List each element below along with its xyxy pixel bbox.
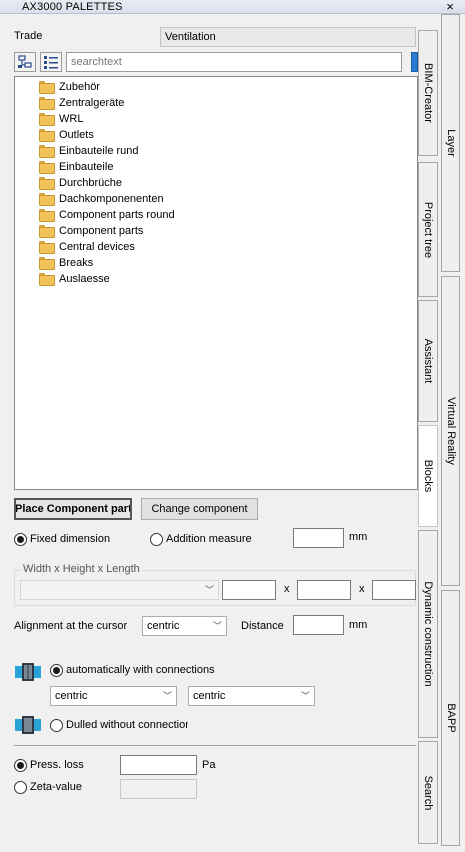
tree-item[interactable]: Zentralgeräte <box>39 95 124 111</box>
alignment-label: Alignment at the cursor <box>14 620 128 632</box>
tab-assistant[interactable]: Assistant <box>418 300 438 422</box>
tree-item[interactable]: Dachkomponenenten <box>39 191 164 207</box>
folder-icon <box>39 273 55 286</box>
tree-item[interactable]: Breaks <box>39 255 93 271</box>
dulled-label-clip: Dulled without connections <box>66 719 188 731</box>
size-select[interactable]: ﹀ <box>20 580 219 600</box>
press-loss-label: Press. loss <box>30 759 84 771</box>
tree-item[interactable]: Einbauteile <box>39 159 113 175</box>
trade-label: Trade <box>14 30 43 42</box>
addition-measure-label: Addition measure <box>166 533 252 545</box>
dulled-label: Dulled without connections <box>66 719 188 731</box>
chevron-down-icon: ﹀ <box>212 621 222 631</box>
auto-connections-radio[interactable] <box>50 664 63 677</box>
folder-icon <box>39 113 55 126</box>
distance-input[interactable] <box>293 615 344 635</box>
connection-select-2[interactable]: centric ﹀ <box>188 686 315 706</box>
list-view-button[interactable] <box>40 52 62 72</box>
folder-icon <box>39 177 55 190</box>
tab-layer[interactable]: Layer <box>441 14 460 272</box>
tab-dynamic-construction[interactable]: Dynamic construction <box>418 530 438 738</box>
size-group-caption: Width x Height x Length <box>21 563 142 575</box>
tree-item[interactable]: Central devices <box>39 239 135 255</box>
tree-item[interactable]: Einbauteile rund <box>39 143 139 159</box>
press-loss-input[interactable] <box>120 755 197 775</box>
addition-measure-input[interactable] <box>293 528 344 548</box>
dulled-radio[interactable] <box>50 719 63 732</box>
x-separator: x <box>359 583 365 595</box>
list-view-icon <box>44 56 58 69</box>
length-input[interactable] <box>372 580 416 600</box>
tab-search[interactable]: Search <box>418 741 438 844</box>
divider <box>14 745 416 746</box>
title-bar: AX3000 PALETTES × <box>0 0 465 14</box>
fixed-dimension-label: Fixed dimension <box>30 533 111 545</box>
tree-item[interactable]: Component parts round <box>39 207 175 223</box>
tree-item[interactable]: WRL <box>39 111 83 127</box>
tree-item[interactable]: Outlets <box>39 127 94 143</box>
tree-view-icon <box>18 55 32 68</box>
chevron-down-icon: ﹀ <box>204 585 214 595</box>
fixed-dimension-radio[interactable] <box>14 533 27 546</box>
height-input[interactable] <box>297 580 351 600</box>
folder-icon <box>39 81 55 94</box>
auto-connections-label: automatically with connections <box>66 664 215 676</box>
folder-icon <box>39 161 55 174</box>
dulled-icon <box>15 716 41 734</box>
press-loss-unit: Pa <box>202 759 216 771</box>
palette-panel: Trade Ventilation searchtext Zubehör Zen… <box>2 14 418 848</box>
tab-virtual-reality[interactable]: Virtual Reality <box>441 276 460 586</box>
tab-project-tree[interactable]: Project tree <box>418 162 438 297</box>
tree-item[interactable]: Zubehör <box>39 79 100 95</box>
tree-view-button[interactable] <box>14 52 36 72</box>
folder-icon <box>39 129 55 142</box>
press-loss-radio[interactable] <box>14 759 27 772</box>
zeta-label: Zeta-value <box>30 781 82 793</box>
folder-icon <box>39 97 55 110</box>
addition-unit-label: mm <box>349 531 368 543</box>
window-title: AX3000 PALETTES <box>22 1 123 13</box>
zeta-input[interactable] <box>120 779 197 799</box>
component-tree[interactable]: Zubehör Zentralgeräte WRL Outlets Einbau… <box>14 76 418 490</box>
tree-item[interactable]: Auslaesse <box>39 271 110 287</box>
folder-icon <box>39 193 55 206</box>
chevron-down-icon: ﹀ <box>162 691 172 701</box>
trade-select[interactable]: Ventilation <box>160 27 416 47</box>
tab-blocks[interactable]: Blocks <box>418 425 438 527</box>
place-component-button[interactable]: Place Component parts <box>14 498 132 520</box>
change-component-button[interactable]: Change component <box>141 498 258 520</box>
folder-icon <box>39 225 55 238</box>
chevron-down-icon: ﹀ <box>300 691 310 701</box>
addition-measure-radio[interactable] <box>150 533 163 546</box>
tab-bapp[interactable]: BAPP <box>441 590 460 846</box>
zeta-radio[interactable] <box>14 781 27 794</box>
trade-select-value: Ventilation <box>165 31 216 43</box>
tree-item[interactable]: Durchbrüche <box>39 175 122 191</box>
folder-icon <box>39 241 55 254</box>
width-input[interactable] <box>222 580 276 600</box>
folder-icon <box>39 257 55 270</box>
search-button[interactable] <box>411 52 418 72</box>
folder-icon <box>39 145 55 158</box>
connection-icon <box>15 663 41 681</box>
x-separator: x <box>284 583 290 595</box>
folder-icon <box>39 209 55 222</box>
alignment-select[interactable]: centric ﹀ <box>142 616 227 636</box>
tree-item[interactable]: Component parts <box>39 223 143 239</box>
search-input[interactable]: searchtext <box>66 52 402 72</box>
distance-label: Distance <box>241 620 284 632</box>
close-icon[interactable]: × <box>443 0 457 14</box>
tab-bim-creator[interactable]: BIM-Creator <box>418 30 438 156</box>
connection-select-1[interactable]: centric ﹀ <box>50 686 177 706</box>
distance-unit-label: mm <box>349 619 368 631</box>
